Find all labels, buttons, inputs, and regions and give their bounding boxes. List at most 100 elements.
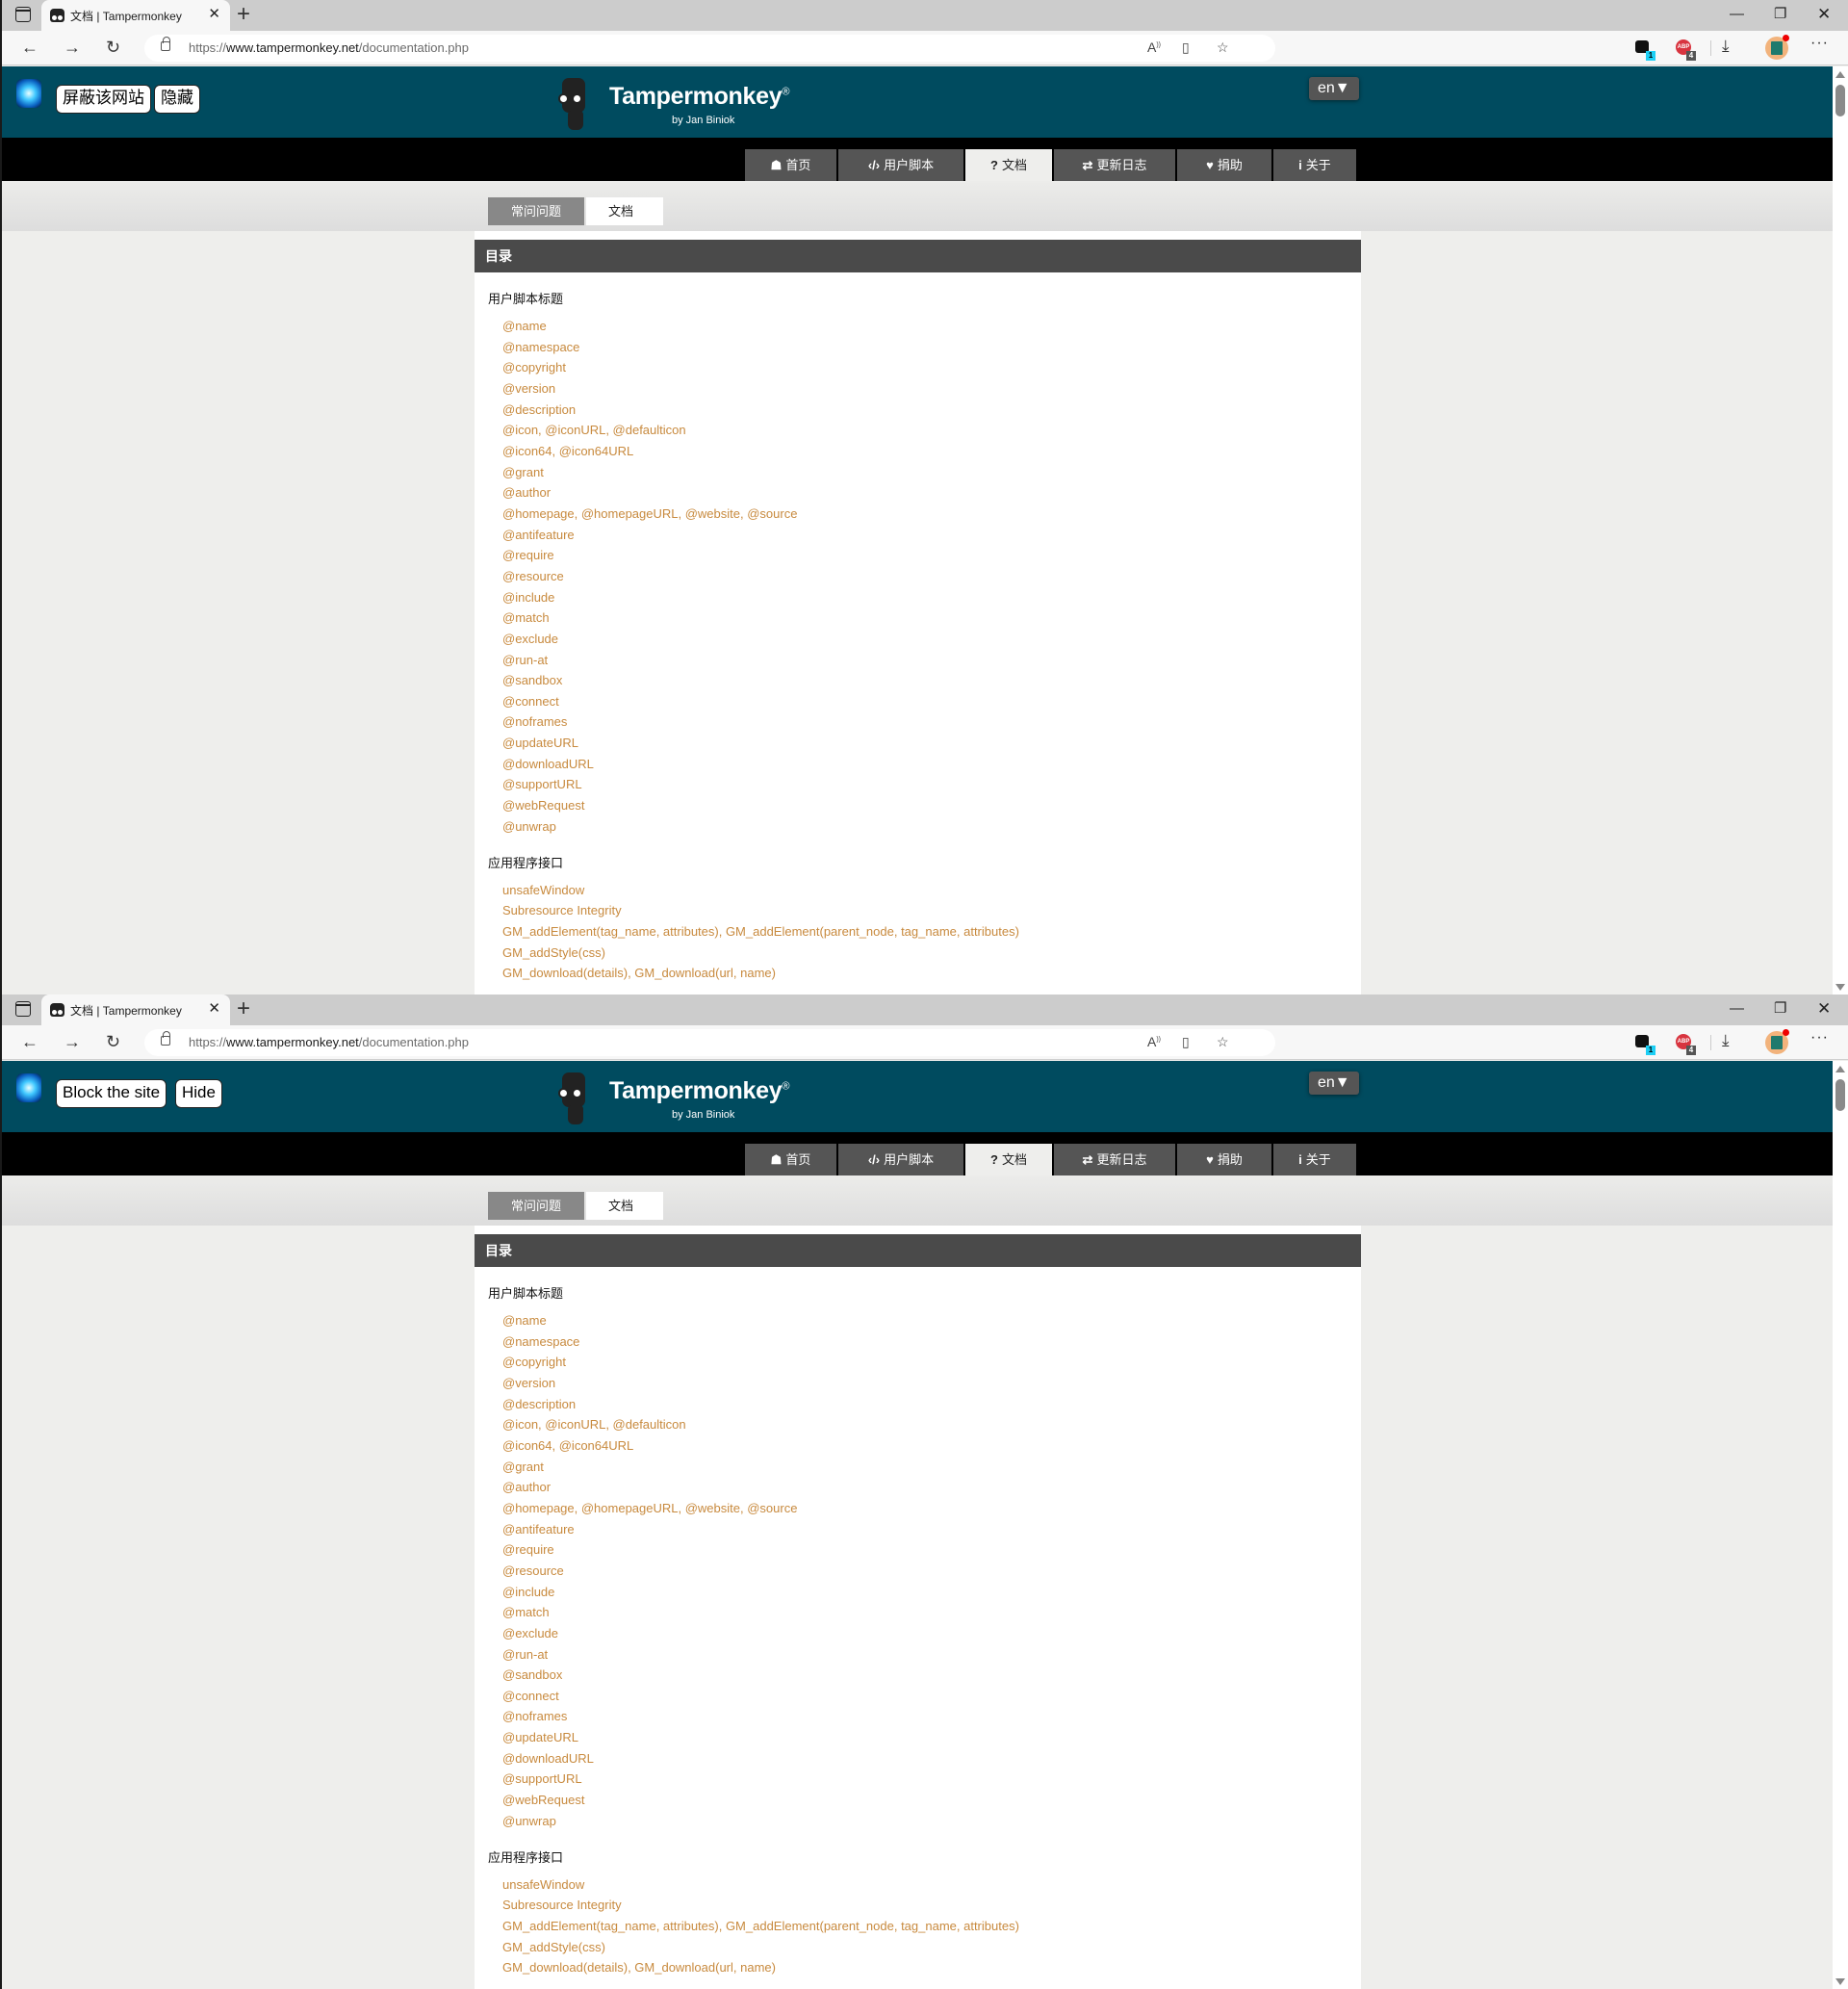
toc-link[interactable]: @icon, @iconURL, @defaulticon — [502, 1414, 797, 1435]
toc-link[interactable]: @exclude — [502, 1623, 797, 1644]
nav-tab-5[interactable]: i 关于 — [1273, 1144, 1356, 1175]
toc-link[interactable]: @grant — [502, 1457, 797, 1478]
toc-link[interactable]: @require — [502, 545, 797, 566]
add-favorite-icon[interactable]: ☆ — [1217, 39, 1229, 56]
adblock-extension-icon[interactable]: ABP 4 — [1676, 39, 1696, 61]
nav-tab-0[interactable]: ☗ 首页 — [745, 149, 836, 181]
nav-tab-0[interactable]: ☗ 首页 — [745, 1144, 836, 1175]
scroll-up-arrow-icon[interactable] — [1835, 1066, 1845, 1072]
tab-actions-icon[interactable] — [15, 7, 31, 22]
toc-link[interactable]: @connect — [502, 1686, 797, 1707]
toc-link[interactable]: @icon64, @icon64URL — [502, 441, 797, 462]
tab-close-icon[interactable]: ✕ — [208, 1000, 220, 1018]
language-select[interactable]: en▼ — [1309, 1072, 1359, 1095]
lock-icon[interactable] — [161, 1031, 170, 1046]
nav-tab-1[interactable]: ‹/› 用户脚本 — [838, 1144, 963, 1175]
toc-link[interactable]: @supportURL — [502, 774, 797, 795]
toc-link[interactable]: GM_addElement(tag_name, attributes), GM_… — [502, 1916, 1019, 1937]
sub-tab-0[interactable]: 常问问题 — [488, 1192, 585, 1220]
nav-tab-2[interactable]: ? 文档 — [965, 1144, 1052, 1175]
adblock-extension-icon[interactable]: ABP 4 — [1676, 1033, 1696, 1055]
tampermonkey-extension-icon[interactable]: 1 — [1635, 39, 1656, 61]
toc-link[interactable]: @exclude — [502, 629, 797, 650]
toc-link[interactable]: @supportURL — [502, 1769, 797, 1790]
toc-link[interactable]: @grant — [502, 462, 797, 483]
forward-arrow-icon[interactable]: → — [64, 37, 81, 58]
toc-link[interactable]: @copyright — [502, 1352, 797, 1373]
nav-tab-3[interactable]: ⇄ 更新日志 — [1054, 1144, 1175, 1175]
toc-link[interactable]: @noframes — [502, 711, 797, 733]
toc-link[interactable]: @downloadURL — [502, 1748, 797, 1769]
scroll-down-arrow-icon[interactable] — [1835, 1978, 1845, 1985]
more-menu-icon[interactable]: ··· — [1810, 1029, 1829, 1046]
toc-link[interactable]: @author — [502, 482, 797, 504]
nav-tab-4[interactable]: ♥ 捐助 — [1177, 1144, 1271, 1175]
add-favorite-icon[interactable]: ☆ — [1217, 1034, 1229, 1050]
toc-link[interactable]: @icon64, @icon64URL — [502, 1435, 797, 1457]
reload-icon[interactable]: ↻ — [106, 1031, 120, 1052]
toc-link[interactable]: @webRequest — [502, 1790, 797, 1811]
toc-link[interactable]: @run-at — [502, 1644, 797, 1666]
toc-link[interactable]: @namespace — [502, 337, 797, 358]
toc-link[interactable]: @namespace — [502, 1331, 797, 1353]
tab-close-icon[interactable]: ✕ — [208, 6, 220, 23]
toc-link[interactable]: @description — [502, 1394, 797, 1415]
toc-link[interactable]: @noframes — [502, 1706, 797, 1727]
toc-link[interactable]: @copyright — [502, 357, 797, 378]
back-arrow-icon[interactable]: ← — [21, 37, 38, 58]
sub-tab-1[interactable]: 文档 — [586, 1192, 664, 1220]
toc-link[interactable]: @webRequest — [502, 795, 797, 816]
site-blocker-orb-icon[interactable] — [16, 1073, 41, 1102]
toc-link[interactable]: @antifeature — [502, 1519, 797, 1540]
block-site-button[interactable]: 屏蔽该网站 — [56, 85, 151, 114]
tab-actions-icon[interactable] — [15, 1001, 31, 1017]
toc-link[interactable]: GM_addStyle(css) — [502, 1937, 1019, 1958]
toc-link[interactable]: @sandbox — [502, 670, 797, 691]
toc-link[interactable]: @version — [502, 378, 797, 400]
tampermonkey-extension-icon[interactable]: 1 — [1635, 1033, 1656, 1055]
toc-link[interactable]: @sandbox — [502, 1665, 797, 1686]
immersive-reader-icon[interactable]: ▯ — [1182, 39, 1190, 56]
window-close-icon[interactable]: ✕ — [1817, 1000, 1831, 1018]
back-arrow-icon[interactable]: ← — [21, 1031, 38, 1052]
nav-tab-5[interactable]: i 关于 — [1273, 149, 1356, 181]
toc-link[interactable]: @unwrap — [502, 1811, 797, 1832]
site-logo[interactable]: Tampermonkey® by Jan Biniok — [555, 1071, 806, 1128]
window-close-icon[interactable]: ✕ — [1817, 6, 1831, 23]
toc-link[interactable]: @resource — [502, 566, 797, 587]
scroll-thumb[interactable] — [1835, 85, 1845, 116]
toc-link[interactable]: @icon, @iconURL, @defaulticon — [502, 420, 797, 441]
toc-link[interactable]: @run-at — [502, 650, 797, 671]
toc-link[interactable]: @author — [502, 1477, 797, 1498]
more-menu-icon[interactable]: ··· — [1810, 35, 1829, 52]
toc-link[interactable]: @updateURL — [502, 733, 797, 754]
toc-link[interactable]: @version — [502, 1373, 797, 1394]
toc-link[interactable]: @resource — [502, 1561, 797, 1582]
restore-icon[interactable]: ❐ — [1774, 6, 1786, 23]
new-tab-icon[interactable]: + — [237, 996, 250, 1021]
url-input[interactable]: https://www.tampermonkey.net/documentati… — [144, 35, 1275, 62]
page-scrollbar[interactable] — [1833, 66, 1848, 994]
toc-link[interactable]: @unwrap — [502, 816, 797, 838]
forward-arrow-icon[interactable]: → — [64, 1031, 81, 1052]
lock-icon[interactable] — [161, 37, 170, 51]
toc-link[interactable]: @name — [502, 1310, 797, 1331]
nav-tab-2[interactable]: ? 文档 — [965, 149, 1052, 181]
minimize-icon[interactable]: — — [1730, 1000, 1744, 1018]
calculator-extension-icon[interactable] — [1765, 35, 1789, 60]
nav-tab-3[interactable]: ⇄ 更新日志 — [1054, 149, 1175, 181]
block-site-button[interactable]: Block the site — [56, 1079, 167, 1108]
toc-link[interactable]: Subresource Integrity — [502, 900, 1019, 921]
read-aloud-icon[interactable]: A)) — [1147, 1034, 1161, 1049]
toc-link[interactable]: GM_addElement(tag_name, attributes), GM_… — [502, 921, 1019, 943]
toc-link[interactable]: @match — [502, 607, 797, 629]
restore-icon[interactable]: ❐ — [1774, 1000, 1786, 1018]
nav-tab-4[interactable]: ♥ 捐助 — [1177, 149, 1271, 181]
toc-link[interactable]: Subresource Integrity — [502, 1895, 1019, 1916]
scroll-up-arrow-icon[interactable] — [1835, 71, 1845, 78]
language-select[interactable]: en▼ — [1309, 77, 1359, 100]
nav-tab-1[interactable]: ‹/› 用户脚本 — [838, 149, 963, 181]
download-icon[interactable]: ⤓ — [1722, 1031, 1730, 1050]
scroll-thumb[interactable] — [1835, 1079, 1845, 1111]
site-logo[interactable]: Tampermonkey® by Jan Biniok — [555, 76, 806, 134]
